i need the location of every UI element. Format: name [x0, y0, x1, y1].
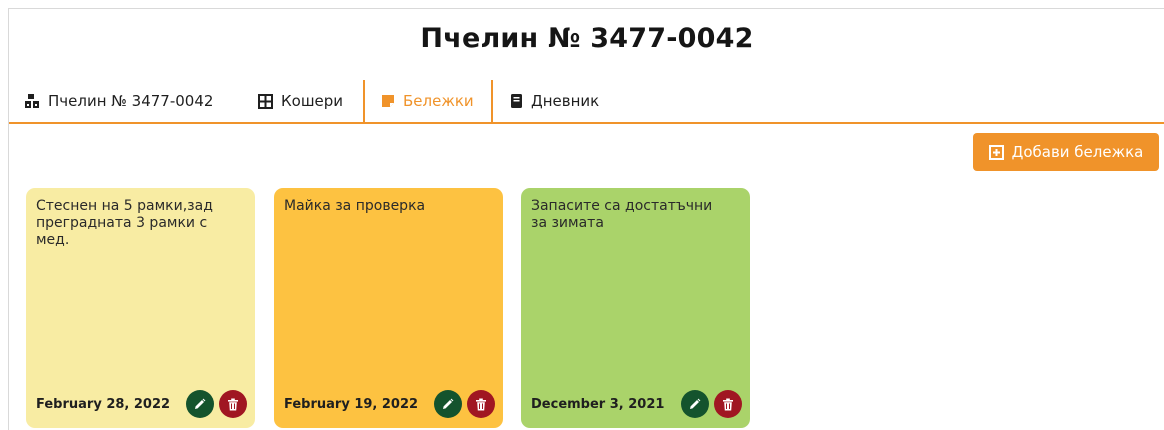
tab-apiary[interactable]: Пчелин № 3477-0042: [24, 80, 213, 122]
plus-square-icon: [988, 144, 1004, 160]
edit-note-button[interactable]: [434, 390, 462, 418]
trash-icon: [227, 398, 239, 411]
trash-icon: [722, 398, 734, 411]
note-icon: [381, 94, 395, 108]
tab-label: Кошери: [281, 92, 344, 110]
delete-note-button[interactable]: [714, 390, 742, 418]
apiary-icon: [24, 93, 40, 109]
add-note-label: Добави бележка: [1011, 143, 1144, 161]
edit-note-button[interactable]: [681, 390, 709, 418]
page-title: Пчелин № 3477-0042: [420, 23, 754, 54]
note-text: Майка за проверка: [284, 198, 426, 214]
pencil-icon: [442, 398, 454, 410]
note-card: Майка за проверка February 19, 2022: [274, 188, 503, 428]
note-date: February 19, 2022: [284, 397, 419, 412]
grid-icon: [258, 93, 273, 109]
trash-icon: [475, 398, 487, 411]
page-frame: Пчелин № 3477-0042 Пчелин № 3477-0042 Ко…: [8, 8, 1164, 430]
tab-journal[interactable]: Дневник: [510, 80, 599, 122]
tab-bar: Пчелин № 3477-0042 Кошери Бележки Дневни…: [9, 80, 1164, 124]
tab-notes[interactable]: Бележки: [363, 80, 493, 122]
book-icon: [510, 93, 523, 109]
add-note-button[interactable]: Добави бележка: [973, 133, 1159, 171]
note-text: Стеснен на 5 рамки,зад преградната 3 рам…: [36, 198, 213, 248]
tab-hives[interactable]: Кошери: [258, 80, 343, 122]
tab-label: Бележки: [403, 92, 474, 110]
tab-label: Пчелин № 3477-0042: [48, 92, 214, 110]
note-text: Запасите са достатъчни за зимата: [531, 198, 713, 231]
note-date: February 28, 2022: [36, 397, 171, 412]
delete-note-button[interactable]: [219, 390, 247, 418]
tab-label: Дневник: [531, 92, 600, 110]
delete-note-button[interactable]: [467, 390, 495, 418]
edit-note-button[interactable]: [186, 390, 214, 418]
pencil-icon: [194, 398, 206, 410]
note-card: Стеснен на 5 рамки,зад преградната 3 рам…: [26, 188, 255, 428]
pencil-icon: [689, 398, 701, 410]
note-card: Запасите са достатъчни за зимата Decembe…: [521, 188, 750, 428]
note-date: December 3, 2021: [531, 397, 665, 412]
